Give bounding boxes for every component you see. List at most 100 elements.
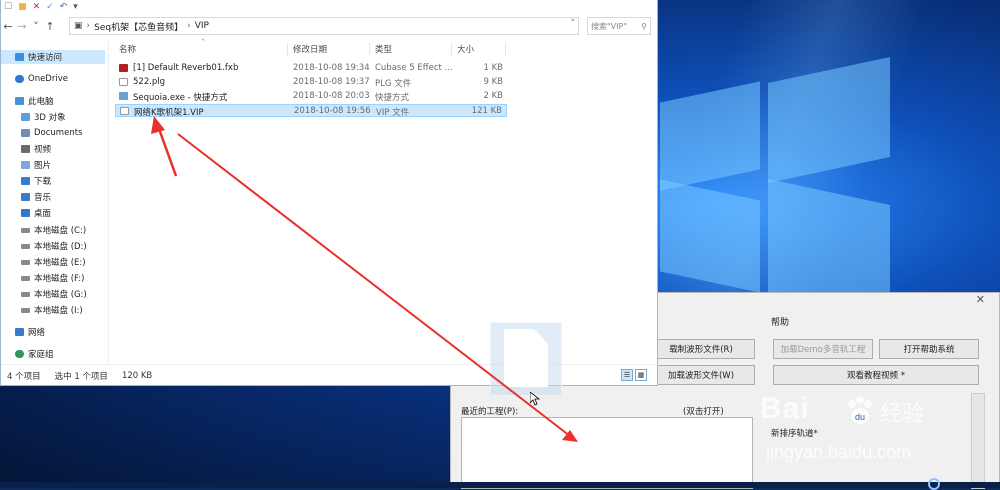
file-type: Cubase 5 Effect ... xyxy=(375,63,453,73)
details-view-icon[interactable]: ☰ xyxy=(621,369,633,381)
sidebar-item-downloads[interactable]: 下载 xyxy=(21,174,51,188)
sidebar-item-homegroup[interactable]: 家庭组 xyxy=(15,347,54,361)
breadcrumb-current[interactable]: VIP xyxy=(195,21,209,31)
file-modified: 2018-10-08 19:34 xyxy=(293,63,370,73)
taskbar-strip xyxy=(0,482,1000,488)
homegroup-icon xyxy=(15,350,24,358)
large-icons-view-icon[interactable]: ▦ xyxy=(635,369,647,381)
file-row[interactable]: [1] Default Reverb01.fxb 2018-10-08 19:3… xyxy=(115,62,507,75)
file-modified: 2018-10-08 20:03 xyxy=(293,91,370,101)
folder-icon[interactable]: ■ xyxy=(18,0,27,14)
drag-preview xyxy=(490,322,562,396)
help-group-label: 帮助 xyxy=(771,318,790,328)
recent-projects-label: 最近的工程(P): xyxy=(461,407,519,417)
breadcrumb-separator: › xyxy=(86,21,91,31)
watermark-brand: Bai xyxy=(760,392,810,425)
progress-knob[interactable] xyxy=(928,478,940,490)
sidebar-item-this-pc[interactable]: 此电脑 xyxy=(15,94,54,108)
address-dropdown-icon[interactable]: ˅ xyxy=(571,19,576,29)
sidebar-item-3d-objects[interactable]: 3D 对象 xyxy=(21,110,66,124)
recent-projects-list[interactable] xyxy=(461,417,753,489)
windows-logo xyxy=(660,57,890,323)
address-bar[interactable]: ▣ › Seq机架【芯鱼音频】 › VIP ˅ xyxy=(69,17,579,35)
delete-icon[interactable]: ✕ xyxy=(33,0,41,14)
cloud-icon xyxy=(15,75,24,83)
drive-icon xyxy=(21,307,30,313)
load-demo-button[interactable]: 加载Demo多音轨工程 xyxy=(773,339,873,359)
double-click-hint: (双击打开) xyxy=(683,407,724,417)
dropdown-icon[interactable]: ▾ xyxy=(73,0,78,14)
sidebar-item-drive-g[interactable]: 本地磁盘 (G:) xyxy=(21,287,87,301)
file-modified: 2018-10-08 19:37 xyxy=(293,77,370,87)
video-icon xyxy=(21,145,30,153)
open-help-button[interactable]: 打开帮助系统 xyxy=(879,339,979,359)
computer-icon xyxy=(15,97,24,105)
load-wave-r-button[interactable]: 载制波形文件(R) xyxy=(647,339,755,359)
file-type: VIP 文件 xyxy=(376,108,410,118)
drive-icon xyxy=(21,227,30,233)
file-type: PLG 文件 xyxy=(375,79,412,89)
star-icon xyxy=(15,53,24,61)
sidebar-item-desktop[interactable]: 桌面 xyxy=(21,206,51,220)
breadcrumb-root[interactable]: Seq机架【芯鱼音频】 xyxy=(94,20,183,33)
quick-access-toolbar: ☐ ■ ✕ ✓ ↶ ▾ xyxy=(1,0,657,14)
column-header-name[interactable]: 名称 xyxy=(119,43,136,55)
network-icon xyxy=(15,328,24,336)
item-count: 4 个项目 xyxy=(7,371,41,382)
forward-button[interactable]: → xyxy=(15,20,29,33)
file-size: 2 KB xyxy=(483,91,503,101)
file-size: 9 KB xyxy=(483,77,503,87)
file-icon xyxy=(504,329,548,387)
shortcut-icon xyxy=(119,92,128,100)
file-type: 快捷方式 xyxy=(375,93,410,103)
file-row-selected[interactable]: 网络K歌机架1.VIP 2018-10-08 19:56 VIP 文件 121 … xyxy=(115,104,507,118)
file-name: 522.plg xyxy=(133,77,166,87)
cube-icon xyxy=(21,113,30,121)
drive-icon xyxy=(21,243,30,249)
watermark-brand2: du xyxy=(855,412,865,422)
navigation-pane: 快速访问 OneDrive 此电脑 3D 对象 Documents 视频 图片 … xyxy=(1,40,109,365)
sidebar-item-documents[interactable]: Documents xyxy=(21,126,82,140)
undo-icon[interactable]: ↶ xyxy=(60,0,68,14)
properties-icon[interactable]: ✓ xyxy=(46,0,54,14)
file-row[interactable]: 522.plg 2018-10-08 19:37 PLG 文件 9 KB xyxy=(115,76,507,89)
music-icon xyxy=(21,193,30,201)
recent-locations-button[interactable]: ˅ xyxy=(29,20,43,33)
selection-size: 120 KB xyxy=(121,370,153,381)
file-icon xyxy=(120,107,129,115)
sidebar-item-drive-i[interactable]: 本地磁盘 (I:) xyxy=(21,303,83,317)
back-button[interactable]: ← xyxy=(1,20,15,33)
sidebar-item-music[interactable]: 音乐 xyxy=(21,190,51,204)
file-row[interactable]: Sequoia.exe - 快捷方式 2018-10-08 20:03 快捷方式… xyxy=(115,90,507,103)
drive-icon xyxy=(21,275,30,281)
sidebar-item-quick-access[interactable]: 快速访问 xyxy=(1,50,105,64)
watch-video-button[interactable]: 观看教程视频 * xyxy=(773,365,979,385)
drive-icon xyxy=(21,291,30,297)
sidebar-item-videos[interactable]: 视频 xyxy=(21,142,51,156)
sidebar-item-drive-f[interactable]: 本地磁盘 (F:) xyxy=(21,271,84,285)
desktop-icon xyxy=(21,209,30,217)
column-header-type[interactable]: 类型 xyxy=(375,43,392,55)
close-icon[interactable]: ✕ xyxy=(976,293,985,306)
breadcrumb-separator: › xyxy=(187,21,191,31)
load-wave-w-button[interactable]: 加载波形文件(W) xyxy=(647,365,755,385)
sidebar-item-onedrive[interactable]: OneDrive xyxy=(15,72,68,86)
pictures-icon xyxy=(21,161,30,169)
file-icon xyxy=(119,78,128,86)
column-header-size[interactable]: 大小 xyxy=(457,43,474,55)
search-input[interactable]: 搜索"VIP" ⚲ xyxy=(587,17,651,35)
checkbox-icon[interactable]: ☐ xyxy=(4,0,12,14)
selection-count: 选中 1 个项目 xyxy=(54,371,108,382)
file-name: 网络K歌机架1.VIP xyxy=(134,108,204,118)
up-button[interactable]: ↑ xyxy=(43,20,57,33)
sidebar-item-drive-e[interactable]: 本地磁盘 (E:) xyxy=(21,255,86,269)
file-size: 1 KB xyxy=(483,63,503,73)
sidebar-item-network[interactable]: 网络 xyxy=(15,325,45,339)
file-modified: 2018-10-08 19:56 xyxy=(294,106,371,116)
sidebar-item-pictures[interactable]: 图片 xyxy=(21,158,51,172)
sidebar-item-drive-d[interactable]: 本地磁盘 (D:) xyxy=(21,239,87,253)
folder-icon: ▣ xyxy=(74,21,83,31)
sidebar-item-drive-c[interactable]: 本地磁盘 (C:) xyxy=(21,223,86,237)
fxb-file-icon xyxy=(119,64,128,72)
column-header-modified[interactable]: 修改日期 xyxy=(293,43,327,55)
